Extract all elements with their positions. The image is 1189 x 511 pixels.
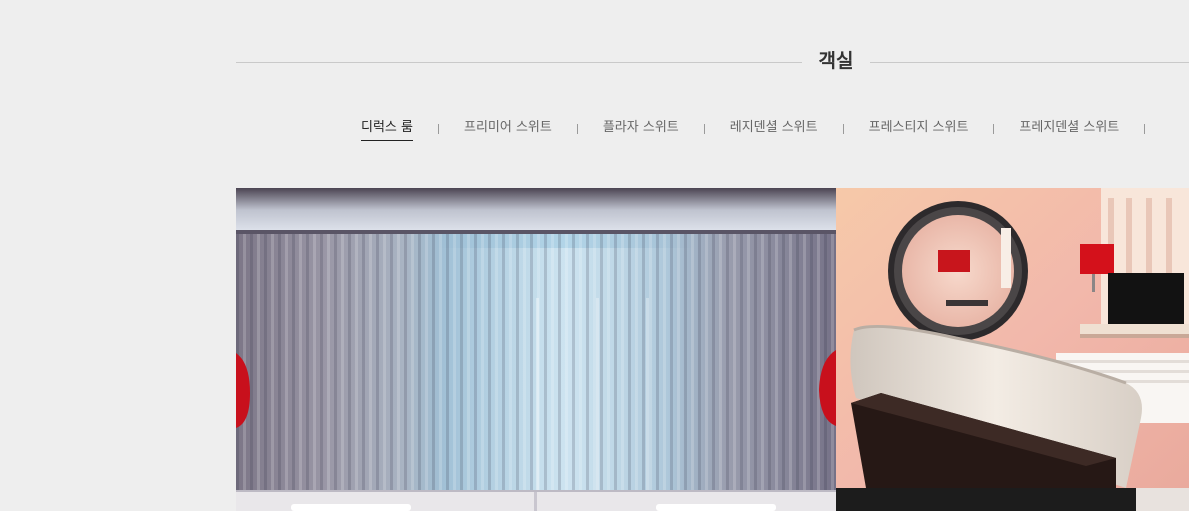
- heading-divider-right: [870, 62, 1189, 63]
- tab-residential-suite[interactable]: 레지덴셜 스위트: [730, 118, 818, 140]
- rooms-page: 객실 디럭스 룸 프리미어 스위트 플라자 스위트 레지덴셜 스위트 프레스티지…: [0, 0, 1189, 511]
- tab-separator: [993, 124, 995, 134]
- tab-prestige-suite[interactable]: 프레스티지 스위트: [869, 118, 969, 140]
- tab-separator: [437, 124, 439, 134]
- room-photo-mirror[interactable]: [836, 188, 1189, 511]
- tab-separator: [842, 124, 844, 134]
- tab-deluxe-room[interactable]: 디럭스 룸: [361, 118, 413, 141]
- tab-separator: [1144, 124, 1146, 134]
- heading-divider-left: [236, 62, 802, 63]
- window-curtains-image: [236, 188, 836, 511]
- room-type-tabs: 디럭스 룸 프리미어 스위트 플라자 스위트 레지덴셜 스위트 프레스티지 스위…: [361, 116, 1170, 142]
- tab-separator: [703, 124, 705, 134]
- tab-presidential-suite[interactable]: 프레지덴셜 스위트: [1019, 118, 1119, 140]
- mirror-bedroom-image: [836, 188, 1189, 511]
- room-photo-window[interactable]: [236, 188, 836, 511]
- tab-separator: [576, 124, 578, 134]
- tab-premier-suite[interactable]: 프리미어 스위트: [464, 118, 552, 140]
- tab-plaza-suite[interactable]: 플라자 스위트: [603, 118, 679, 140]
- section-title: 객실: [818, 50, 854, 72]
